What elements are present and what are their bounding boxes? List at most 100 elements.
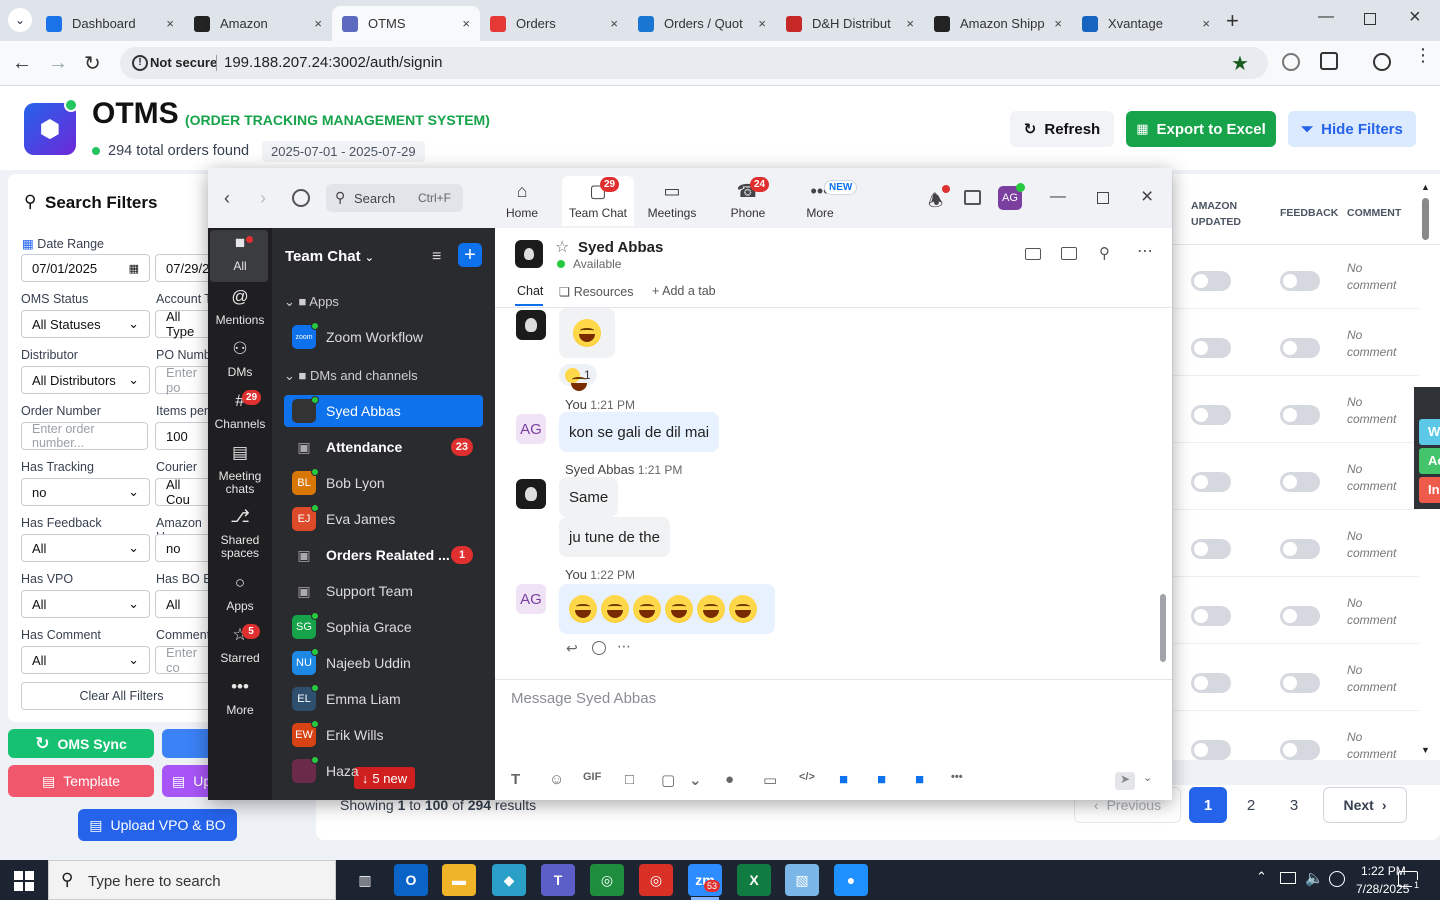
chat-list-item[interactable]: Haza — [284, 755, 483, 787]
zoom-maximize-icon[interactable] — [1097, 192, 1109, 204]
browser-tab[interactable]: Orders / Quot × — [628, 6, 776, 41]
feedback-toggle[interactable] — [1280, 271, 1320, 291]
microphone-icon[interactable]: ● — [725, 771, 734, 788]
rail-all[interactable]: ■ All — [210, 234, 270, 273]
tab-close-icon[interactable]: × — [462, 16, 470, 31]
chat-more-icon[interactable]: ⋯ — [1137, 241, 1153, 261]
history-clock-icon[interactable] — [292, 189, 310, 207]
amazon-updated-toggle[interactable] — [1191, 472, 1231, 492]
window-minimize-icon[interactable]: — — [1318, 8, 1334, 26]
clear-all-filters-button[interactable]: Clear All Filters — [21, 682, 221, 710]
syed-avatar[interactable] — [516, 310, 546, 340]
scroll-down-icon[interactable]: ▼ — [1421, 745, 1430, 755]
export-excel-button[interactable]: ▦ Export to Excel — [1126, 111, 1276, 147]
url-text[interactable]: 199.188.207.24:3002/auth/signin — [224, 54, 443, 71]
rail-shared-spaces[interactable]: ⎇ Shared spaces — [210, 508, 270, 560]
zoom-search-box[interactable]: ⚲ Search Ctrl+F — [326, 184, 463, 212]
rail-dms[interactable]: ⚇ DMs — [210, 340, 270, 379]
amazon-updated-toggle[interactable] — [1191, 539, 1231, 559]
outlook-icon[interactable]: O — [394, 864, 428, 896]
chat-list-item[interactable]: ▣ Support Team — [284, 575, 483, 607]
rail-starred[interactable]: ☆ Starred 5 — [210, 624, 270, 665]
scroll-thumb[interactable] — [1422, 198, 1429, 240]
scroll-up-icon[interactable]: ▲ — [1421, 182, 1430, 192]
tab-chat[interactable]: Chat — [517, 284, 543, 298]
upload-vpo-bo-button[interactable]: ▤ Upload VPO & BO — [78, 809, 237, 841]
tab-close-icon[interactable]: × — [610, 16, 618, 31]
chat-search-icon[interactable]: ⚲ — [1099, 244, 1110, 262]
code-snippet-icon[interactable]: </> — [799, 771, 815, 783]
message-bubble[interactable]: Same — [559, 477, 619, 517]
hide-filters-button[interactable]: ⏷ Hide Filters — [1288, 111, 1416, 147]
text-format-icon[interactable]: T — [511, 771, 520, 788]
dms-section-header[interactable]: ⌄ ■ DMs and channels — [284, 368, 418, 384]
tab-more[interactable]: ••• More NEW — [784, 176, 858, 226]
send-button-icon[interactable]: ➤ — [1115, 772, 1135, 790]
chat-list-item[interactable]: EL Emma Liam — [284, 683, 483, 715]
tab-close-icon[interactable]: × — [1202, 16, 1210, 31]
app-blue-2-icon[interactable]: ■ — [877, 771, 886, 788]
page-3-button[interactable]: 3 — [1275, 787, 1313, 823]
task-view-icon[interactable]: ▥ — [348, 864, 382, 896]
rail-channels[interactable]: # Channels 29 — [210, 390, 270, 431]
chat-list-item[interactable]: ▣ Attendance 23 — [284, 431, 483, 463]
syed-avatar[interactable] — [516, 479, 546, 509]
zoom-close-icon[interactable]: × — [1141, 185, 1153, 209]
file-explorer-icon[interactable]: ▬ — [442, 864, 476, 896]
extensions-puzzle-icon[interactable] — [1320, 52, 1338, 70]
notifications-bell-icon[interactable]: 🕭 — [928, 188, 943, 217]
browser-tab[interactable]: Amazon × — [184, 6, 332, 41]
add-reaction-icon[interactable] — [592, 641, 606, 655]
new-tab-plus-icon[interactable]: + — [1226, 8, 1239, 34]
favorite-star-icon[interactable]: ☆ — [555, 237, 569, 257]
browser-tab[interactable]: OTMS × — [332, 6, 480, 41]
amazon-updated-toggle[interactable] — [1191, 338, 1231, 358]
chat-header-avatar[interactable] — [515, 240, 543, 268]
chrome-profile-icon[interactable]: ◎ — [639, 864, 673, 896]
team-chat-title[interactable]: Team Chat ⌄ — [285, 248, 374, 265]
message-bubble[interactable]: ju tune de the — [559, 517, 670, 557]
feedback-toggle[interactable] — [1280, 673, 1320, 693]
not-secure-icon[interactable]: ! — [132, 55, 148, 71]
browser-tab[interactable]: Xvantage × — [1072, 6, 1220, 41]
page-1-button[interactable]: 1 — [1189, 787, 1227, 823]
amazon-updated-toggle[interactable] — [1191, 606, 1231, 626]
order-number-input[interactable]: Enter order number... — [21, 422, 148, 450]
comment-input[interactable]: Enter co — [155, 645, 215, 675]
side-action-tag[interactable]: W — [1419, 419, 1440, 445]
browser-tab[interactable]: D&H Distribut × — [776, 6, 924, 41]
refresh-button[interactable]: ↻ Refresh — [1010, 111, 1114, 147]
browser-tab[interactable]: Orders × — [480, 6, 628, 41]
app-diamond-icon[interactable]: ◆ — [492, 864, 526, 896]
video-call-icon[interactable] — [1025, 248, 1041, 260]
reload-icon[interactable]: ↻ — [84, 51, 101, 76]
has-comment-select[interactable]: All ⌄ — [21, 646, 150, 674]
app-blue-1-icon[interactable]: ■ — [839, 771, 848, 788]
file-icon[interactable]: □ — [625, 771, 634, 788]
volume-icon[interactable]: 🔈 — [1305, 869, 1324, 887]
chat-list-item[interactable]: NU Najeeb Uddin — [284, 647, 483, 679]
tab-close-icon[interactable]: × — [758, 16, 766, 31]
chat-list-item[interactable]: EW Erik Wills — [284, 719, 483, 751]
emoji-message-bubble[interactable] — [559, 584, 775, 634]
tab-close-icon[interactable]: × — [1054, 16, 1062, 31]
chrome-icon[interactable]: ◎ — [590, 864, 624, 896]
has-feedback-select[interactable]: All ⌄ — [21, 534, 150, 562]
zoom-minimize-icon[interactable]: — — [1050, 188, 1066, 206]
extension-globe-icon[interactable] — [1282, 53, 1300, 71]
send-options-chevron-icon[interactable]: ⌄ — [1143, 771, 1152, 784]
gif-icon[interactable]: GIF — [583, 771, 601, 783]
tab-meetings[interactable]: ▭ Meetings — [636, 176, 708, 226]
distributor-select[interactable]: All Distributors ⌄ — [21, 366, 150, 394]
chat-list-item[interactable]: SG Sophia Grace — [284, 611, 483, 643]
chat-list-item[interactable]: EJ Eva James — [284, 503, 483, 535]
has-vpo-select[interactable]: All ⌄ — [21, 590, 150, 618]
chat-list-item[interactable]: Syed Abbas — [284, 395, 483, 427]
feedback-toggle[interactable] — [1280, 405, 1320, 425]
tab-resources[interactable]: ❏ Resources — [559, 284, 633, 299]
share-screen-icon[interactable] — [1061, 247, 1077, 260]
new-chat-plus-button[interactable]: + — [458, 243, 482, 267]
address-bar[interactable]: ! Not secure 199.188.207.24:3002/auth/si… — [120, 47, 1268, 79]
window-close-icon[interactable]: × — [1409, 6, 1421, 29]
composer-more-icon[interactable]: ••• — [951, 771, 963, 783]
